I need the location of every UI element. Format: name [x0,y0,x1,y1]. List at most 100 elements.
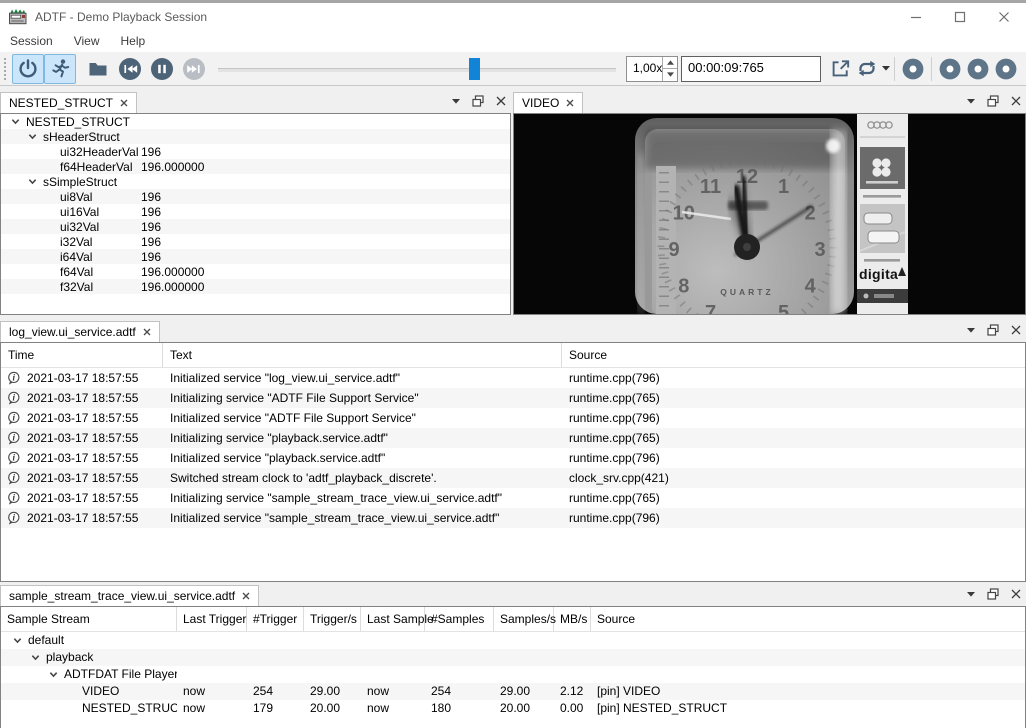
panel-close-icon[interactable] [496,96,506,106]
tree-row[interactable]: f64Val196.000000 [1,264,510,279]
session-run-button[interactable] [44,54,76,84]
pause-button[interactable] [146,54,178,84]
clock-quartz-text: QUARTZ [720,287,773,297]
chevron-down-icon[interactable] [47,670,60,679]
tree-row[interactable]: f32Val196.000000 [1,279,510,294]
record-toggle-button-2[interactable] [936,55,964,83]
column-header[interactable]: Sample Stream [1,607,177,631]
menu-item-session[interactable]: Session [9,32,63,50]
table-row[interactable]: i2021-03-17 18:57:55Initializing service… [1,388,1025,408]
tree-row[interactable]: i64Val196 [1,249,510,264]
record-toggle-button-4[interactable] [992,55,1020,83]
column-header[interactable]: #Trigger [247,607,304,631]
chevron-down-icon[interactable] [29,653,42,662]
table-row[interactable]: i2021-03-17 18:57:55Initialized service … [1,408,1025,428]
column-header[interactable]: Last Trigger [177,607,247,631]
maximize-button[interactable] [938,3,982,30]
tab-close-icon[interactable] [566,99,574,107]
toolbar-drag-handle[interactable] [3,57,8,81]
column-header[interactable]: #Samples [425,607,494,631]
chevron-down-icon[interactable] [26,177,39,186]
jump-to-start-button[interactable] [114,54,146,84]
table-row[interactable]: i2021-03-17 18:57:55Initialized service … [1,368,1025,388]
menu-item-help[interactable]: Help [120,32,156,50]
panel-close-icon[interactable] [1011,589,1021,599]
column-header[interactable]: Last Sample [361,607,425,631]
tree-row[interactable]: f64HeaderVal196.000000 [1,159,510,174]
tab-trace-view[interactable]: sample_stream_trace_view.ui_service.adtf [0,585,259,606]
tree-row[interactable]: NESTED_STRUCT [1,114,510,129]
tree-row[interactable]: sHeaderStruct [1,129,510,144]
table-cell: 2.12 [554,683,591,700]
column-header[interactable]: Text [163,343,562,367]
float-panel-icon[interactable] [987,588,999,600]
tree-row[interactable]: ADTFDAT File Player [1,666,1025,683]
table-row[interactable]: NESTED_STRUCTnow17920.00now18020.000.00[… [1,700,1025,717]
tree-row[interactable]: ui8Val196 [1,189,510,204]
playback-position-slider[interactable] [218,55,616,83]
column-header[interactable]: Samples/s [494,607,554,631]
repeat-dropdown-arrow-icon[interactable] [882,66,890,71]
tab-close-icon[interactable] [120,99,128,107]
tree-row[interactable]: sSimpleStruct [1,174,510,189]
speed-down-button[interactable] [663,69,677,81]
panel-menu-icon[interactable] [967,99,975,104]
tree-row[interactable]: ui32HeaderVal196 [1,144,510,159]
tree-item-value: 196.000000 [141,280,204,294]
log-tabbar: log_view.ui_service.adtf [0,320,1026,342]
table-row[interactable]: i2021-03-17 18:57:55Initialized service … [1,508,1025,528]
tree-row[interactable]: playback [1,649,1025,666]
column-header[interactable]: Trigger/s [304,607,361,631]
toolbar-separator [931,57,932,81]
log-source: runtime.cpp(796) [562,368,1025,388]
session-power-button[interactable] [12,54,44,84]
column-header[interactable]: Source [591,607,1025,631]
tab-nested-struct[interactable]: NESTED_STRUCT [0,92,137,113]
jump-to-end-button[interactable] [178,54,210,84]
panel-menu-icon[interactable] [452,99,460,104]
svg-text:1: 1 [778,176,789,198]
tree-row[interactable]: ui16Val196 [1,204,510,219]
column-header[interactable]: MB/s [554,607,591,631]
tree-row[interactable]: default [1,632,1025,649]
float-panel-icon[interactable] [472,95,484,107]
tab-close-icon[interactable] [242,592,250,600]
close-button[interactable] [982,3,1026,30]
log-source: runtime.cpp(796) [562,448,1025,468]
table-row[interactable]: i2021-03-17 18:57:55Initialized service … [1,448,1025,468]
menu-item-view[interactable]: View [73,32,110,50]
repeat-button[interactable] [854,57,890,80]
chevron-down-icon[interactable] [11,636,24,645]
slider-handle[interactable] [469,58,480,80]
table-row[interactable]: VIDEOnow25429.00now25429.002.12[pin] VID… [1,683,1025,700]
tab-log-view[interactable]: log_view.ui_service.adtf [0,321,160,342]
float-panel-icon[interactable] [987,324,999,336]
column-header[interactable]: Source [562,343,1025,367]
tree-row[interactable]: i32Val196 [1,234,510,249]
app-window: ADTF - Demo Playback Session SessionView… [0,0,1026,728]
time-display[interactable]: 00:00:09:765 [681,56,821,82]
table-row[interactable]: i2021-03-17 18:57:55Switched stream cloc… [1,468,1025,488]
column-header[interactable]: Time [1,343,163,367]
record-toggle-button-1[interactable] [899,55,927,83]
panel-menu-icon[interactable] [967,592,975,597]
tab-close-icon[interactable] [143,328,151,336]
table-cell: 254 [425,683,494,700]
minimize-button[interactable] [894,3,938,30]
open-file-button[interactable] [82,54,114,84]
open-external-button[interactable] [826,55,854,83]
speed-spinbox[interactable]: 1,00x [626,56,678,82]
panel-close-icon[interactable] [1011,96,1021,106]
tree-row[interactable]: ui32Val196 [1,219,510,234]
panel-menu-icon[interactable] [967,328,975,333]
table-row[interactable]: i2021-03-17 18:57:55Initializing service… [1,488,1025,508]
panel-close-icon[interactable] [1011,325,1021,335]
record-toggle-button-3[interactable] [964,55,992,83]
speed-up-button[interactable] [663,57,677,70]
chevron-down-icon[interactable] [9,117,22,126]
float-panel-icon[interactable] [987,95,999,107]
chevron-down-icon[interactable] [26,132,39,141]
speed-value[interactable]: 1,00x [627,57,662,81]
table-row[interactable]: i2021-03-17 18:57:55Initializing service… [1,428,1025,448]
tab-video[interactable]: VIDEO [513,92,583,113]
